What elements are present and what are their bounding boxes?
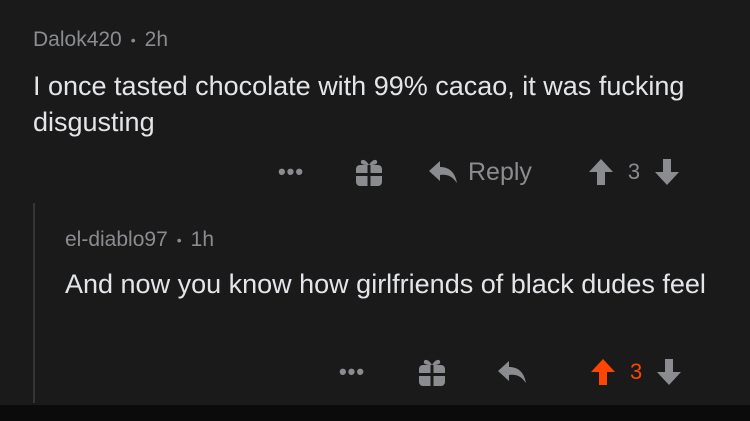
- more-icon: •••: [338, 359, 366, 384]
- more-options-button[interactable]: •••: [337, 359, 367, 385]
- page-background: [0, 405, 750, 421]
- gift-icon: [417, 356, 447, 388]
- gift-icon: [354, 156, 384, 188]
- comment-actions: ••• 3: [337, 352, 682, 392]
- upvote-icon: [590, 358, 616, 386]
- reply-label: Reply: [468, 157, 532, 186]
- comment-age: 1h: [190, 228, 215, 251]
- downvote-icon: [656, 358, 682, 386]
- author-name[interactable]: el-diablo97: [65, 228, 168, 252]
- comment-body: And now you know how girlfriends of blac…: [65, 269, 706, 299]
- author-name[interactable]: Dalok420: [33, 28, 122, 52]
- reply-icon: [497, 359, 527, 385]
- more-options-button[interactable]: •••: [276, 159, 306, 185]
- thread-line[interactable]: [33, 203, 35, 403]
- upvote-button[interactable]: [588, 158, 614, 186]
- comment: Dalok420 • 2h I once tasted chocolate wi…: [33, 26, 723, 140]
- award-button[interactable]: [417, 356, 447, 388]
- comment-actions: ••• Reply 3: [276, 152, 680, 192]
- vote-score: 3: [630, 359, 643, 384]
- vote-score: 3: [627, 159, 641, 184]
- downvote-button[interactable]: [654, 158, 680, 186]
- downvote-icon: [654, 158, 680, 186]
- reply-button[interactable]: Reply: [428, 158, 532, 187]
- award-button[interactable]: [354, 156, 384, 188]
- comment-meta: Dalok420 • 2h: [33, 26, 723, 54]
- vote-controls: 3: [590, 358, 682, 386]
- comment-meta: el-diablo97 • 1h: [65, 226, 725, 254]
- upvote-icon: [588, 158, 614, 186]
- meta-separator: •: [130, 32, 136, 48]
- downvote-button[interactable]: [656, 358, 682, 386]
- upvote-button[interactable]: [590, 358, 616, 386]
- reply-comment: el-diablo97 • 1h And now you know how gi…: [65, 226, 725, 302]
- more-icon: •••: [277, 159, 305, 184]
- comment-body: I once tasted chocolate with 99% cacao, …: [33, 71, 685, 137]
- reply-button[interactable]: [497, 359, 527, 385]
- comment-age: 2h: [144, 28, 168, 51]
- reply-icon: [428, 159, 458, 185]
- comment-thread: Dalok420 • 2h I once tasted chocolate wi…: [0, 0, 750, 405]
- vote-controls: 3: [588, 158, 680, 186]
- meta-separator: •: [176, 232, 182, 248]
